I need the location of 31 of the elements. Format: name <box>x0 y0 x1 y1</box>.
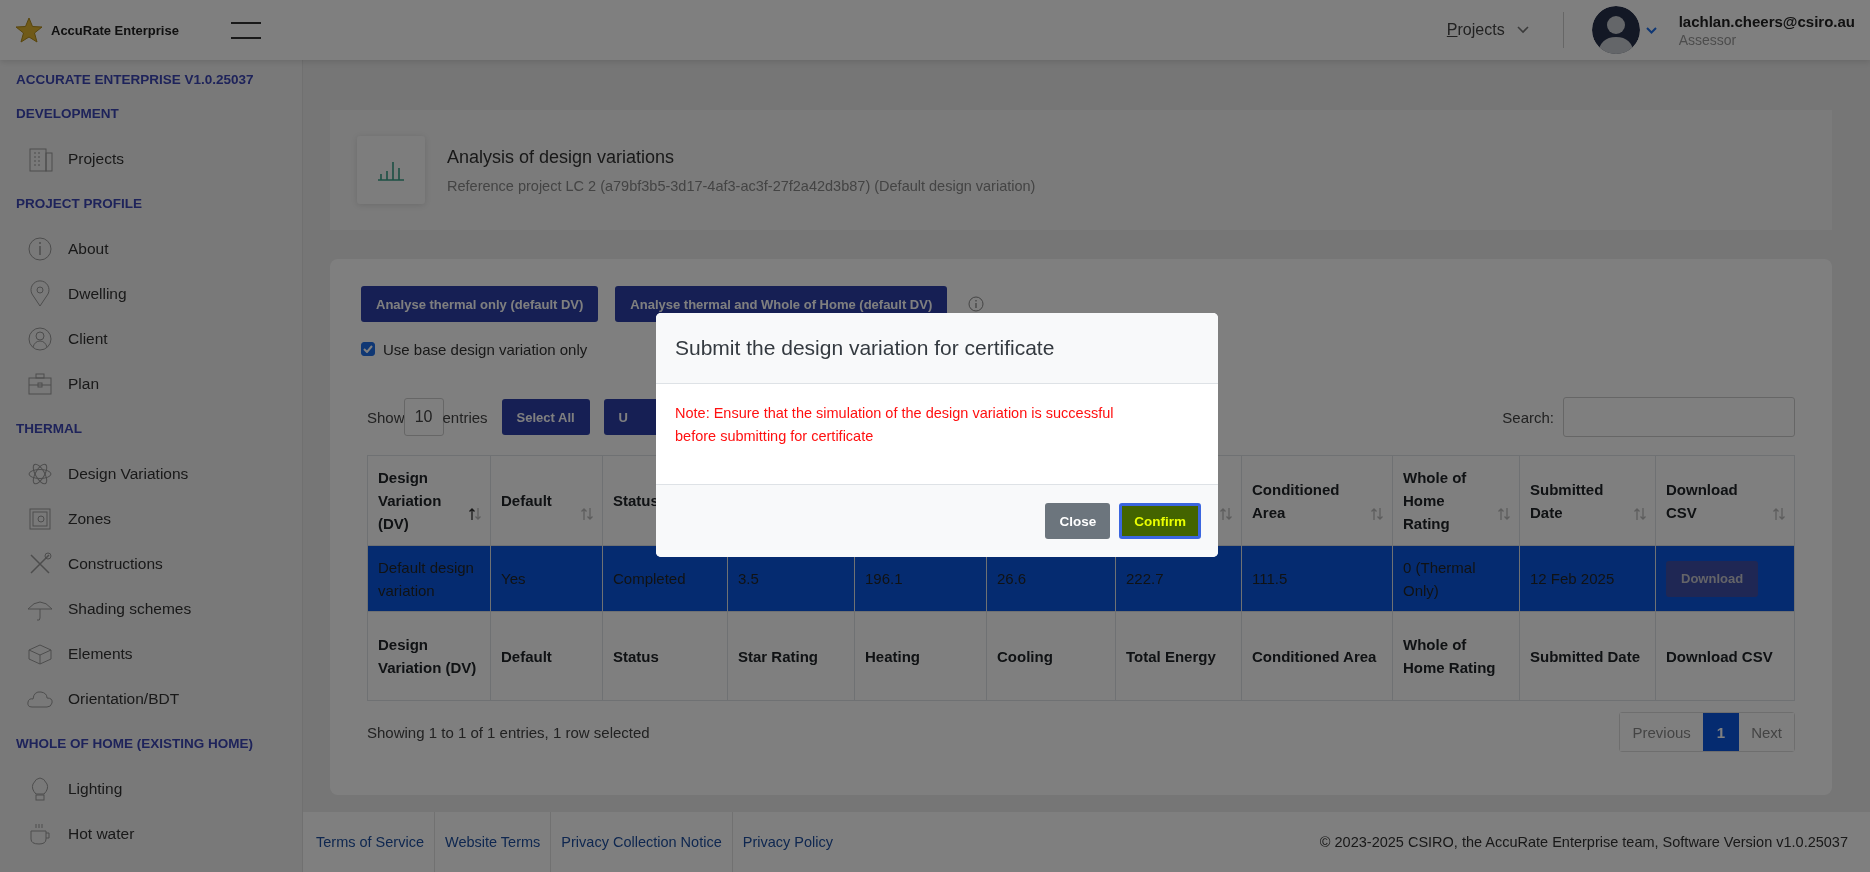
page-title: Analysis of design variations <box>447 146 676 168</box>
column-footer: Total Energy <box>1115 611 1242 701</box>
column-footer: Design Variation (DV) <box>367 611 491 701</box>
table-cell: 12 Feb 2025 <box>1519 545 1656 612</box>
column-footer: Default <box>490 611 603 701</box>
section-heading: PROJECT PROFILE <box>16 195 143 213</box>
column-footer: Status <box>602 611 728 701</box>
column-footer: Submitted Date <box>1519 611 1656 701</box>
app-name: AccuRate Enterprise <box>51 22 179 38</box>
column-footer: Whole of Home Rating <box>1392 611 1520 701</box>
column-footer: Conditioned Area <box>1241 611 1393 701</box>
table-cell: Default design variation <box>367 545 491 612</box>
table-cell: 111.5 <box>1241 545 1393 612</box>
entries-label: entries <box>442 408 488 426</box>
column-footer: Heating <box>854 611 987 701</box>
table-info: Showing 1 to 1 of 1 entries, 1 row selected <box>367 723 650 741</box>
warning-note: Note: Ensure that the simulation of the design variation is successful before submitting for certificate <box>675 404 1115 446</box>
show-label: Show <box>367 408 405 426</box>
table-cell: Yes <box>490 545 603 612</box>
copyright-text: © 2023-2025 CSIRO, the AccuRate Enterprise team, Software Version v1.0.25037 <box>1319 834 1848 850</box>
search-label: Search: <box>1502 408 1554 426</box>
user-email: lachlan.cheers@csiro.au <box>1678 12 1855 30</box>
section-heading: ACCURATE ENTERPRISE V1.0.25037 <box>16 71 255 89</box>
column-footer: Star Rating <box>727 611 855 701</box>
table-cell: 0 (Thermal Only) <box>1392 545 1520 612</box>
section-heading: WHOLE OF HOME (EXISTING HOME) <box>16 735 254 753</box>
column-footer: Download CSV <box>1655 611 1795 701</box>
section-heading: THERMAL <box>16 420 83 438</box>
column-footer: Cooling <box>986 611 1116 701</box>
section-heading: DEVELOPMENT <box>16 105 120 123</box>
modal-title: Submit the design variation for certificate <box>675 336 1055 360</box>
